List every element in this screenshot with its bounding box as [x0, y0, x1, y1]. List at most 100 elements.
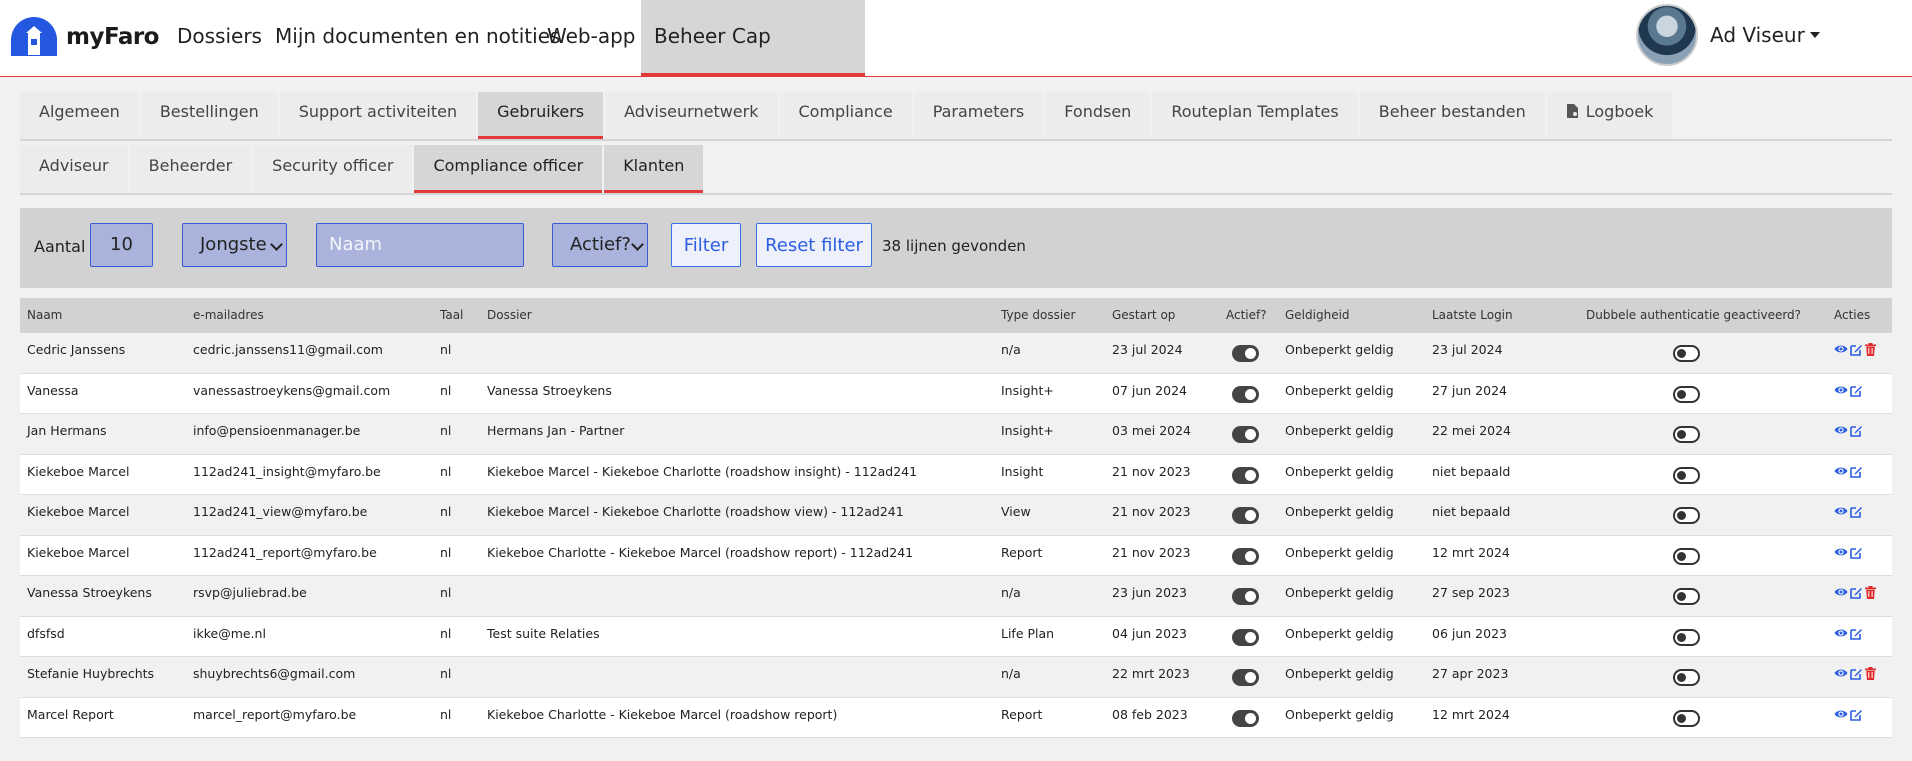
tab-beheer-bestanden[interactable]: Beheer bestanden — [1359, 92, 1545, 139]
two-factor-toggle[interactable] — [1673, 466, 1700, 484]
cell-naam: Kiekeboe Marcel — [27, 544, 130, 560]
tab-routeplan-templates[interactable]: Routeplan Templates — [1152, 92, 1358, 139]
col-taal[interactable]: Taal — [440, 298, 463, 333]
row-actions — [1834, 465, 1863, 478]
active-toggle[interactable] — [1232, 669, 1259, 686]
nav-link-dossiers[interactable]: Dossiers — [164, 0, 275, 76]
chevron-down-icon[interactable] — [1809, 32, 1820, 38]
edit-icon[interactable] — [1850, 424, 1863, 437]
table-row: Marcel Report marcel_report@myfaro.be nl Ki… — [20, 697, 1892, 738]
edit-icon[interactable] — [1850, 708, 1863, 721]
two-factor-toggle[interactable] — [1673, 628, 1700, 646]
two-factor-toggle[interactable] — [1673, 385, 1700, 403]
filter-button[interactable]: Filter — [671, 223, 741, 267]
reset-filter-button[interactable]: Reset filter — [756, 223, 872, 267]
active-select[interactable]: Actief? — [552, 223, 648, 267]
file-search-icon — [1566, 104, 1578, 118]
nav-link-web-app[interactable]: Web-app — [534, 0, 648, 76]
edit-icon[interactable] — [1850, 505, 1863, 518]
nav-link-mijn-documenten[interactable]: Mijn documenten en notities — [262, 0, 573, 76]
subtab-security-officer[interactable]: Security officer — [253, 145, 413, 193]
cell-laatste-login: 27 apr 2023 — [1432, 666, 1509, 681]
active-toggle[interactable] — [1232, 507, 1259, 524]
active-toggle[interactable] — [1232, 426, 1259, 443]
active-toggle[interactable] — [1232, 466, 1259, 484]
sort-select[interactable]: Jongste — [182, 223, 287, 267]
tab-parameters[interactable]: Parameters — [913, 92, 1044, 139]
two-factor-toggle[interactable] — [1673, 507, 1700, 524]
col-email[interactable]: e-mailadres — [193, 298, 264, 333]
trash-icon[interactable] — [1865, 667, 1876, 680]
active-toggle[interactable] — [1232, 547, 1259, 565]
active-toggle[interactable] — [1232, 709, 1259, 727]
tab-bestellingen[interactable]: Bestellingen — [140, 92, 278, 139]
edit-icon[interactable] — [1850, 627, 1863, 640]
subtab-klanten[interactable]: Klanten — [604, 145, 704, 193]
col-dossier[interactable]: Dossier — [487, 298, 532, 333]
table-row: Vanessa vanessastroeykens@gmail.com nl Vane… — [20, 373, 1892, 414]
sort-value: Jongste — [200, 234, 267, 255]
eye-icon[interactable] — [1834, 505, 1848, 518]
tab-algemeen[interactable]: Algemeen — [20, 92, 139, 139]
active-toggle[interactable] — [1232, 628, 1259, 646]
eye-icon[interactable] — [1834, 384, 1848, 397]
col-gestart-op[interactable]: Gestart op — [1112, 298, 1175, 333]
edit-icon[interactable] — [1850, 384, 1863, 397]
nav-link-beheer[interactable]: Beheer Cap Formentor — [641, 0, 865, 120]
col-actief[interactable]: Actief? — [1226, 298, 1267, 333]
user-name[interactable]: Ad Viseur — [1710, 23, 1805, 47]
tab-fondsen[interactable]: Fondsen — [1045, 92, 1151, 139]
two-factor-toggle[interactable] — [1673, 547, 1700, 565]
eye-icon[interactable] — [1834, 708, 1848, 721]
active-toggle[interactable] — [1232, 588, 1259, 605]
tab-gebruikers[interactable]: Gebruikers — [478, 92, 604, 139]
col-geldigheid[interactable]: Geldigheid — [1285, 298, 1350, 333]
trash-icon[interactable] — [1865, 586, 1876, 599]
col-laatste-login[interactable]: Laatste Login — [1432, 298, 1513, 333]
eye-icon[interactable] — [1834, 465, 1848, 478]
active-toggle[interactable] — [1232, 345, 1259, 362]
avatar[interactable] — [1636, 4, 1698, 66]
count-input[interactable]: 10 — [90, 223, 153, 267]
edit-icon[interactable] — [1850, 343, 1863, 356]
trash-icon[interactable] — [1865, 343, 1876, 356]
count-value: 10 — [110, 234, 133, 255]
chevron-down-icon — [270, 238, 283, 251]
two-factor-toggle[interactable] — [1673, 669, 1700, 686]
tab-logboek[interactable]: Logboek — [1546, 92, 1673, 139]
eye-icon[interactable] — [1834, 546, 1848, 559]
active-toggle[interactable] — [1232, 385, 1259, 403]
col-2fa[interactable]: Dubbele authenticatie geactiveerd? — [1586, 298, 1801, 333]
subtab-beheerder[interactable]: Beheerder — [129, 145, 252, 193]
col-type-dossier[interactable]: Type dossier — [1001, 298, 1076, 333]
eye-icon[interactable] — [1834, 343, 1848, 356]
results-count: 38 lijnen gevonden — [882, 237, 1026, 255]
cell-email: 112ad241_view@myfaro.be — [193, 504, 368, 519]
col-naam[interactable]: Naam — [27, 298, 62, 333]
subtab-adviseur[interactable]: Adviseur — [20, 145, 128, 193]
eye-icon[interactable] — [1834, 424, 1848, 437]
edit-icon[interactable] — [1850, 465, 1863, 478]
two-factor-toggle[interactable] — [1673, 588, 1700, 605]
cell-type-dossier: Insight+ — [1001, 423, 1054, 438]
cell-email: vanessastroeykens@gmail.com — [193, 382, 391, 398]
user-menu[interactable]: Ad Viseur — [1636, 4, 1820, 66]
eye-icon[interactable] — [1834, 586, 1848, 599]
tab-logboek-label: Logboek — [1585, 102, 1654, 121]
table-row: Kiekeboe Marcel 112ad241_insight@myfaro.b… — [20, 454, 1892, 495]
edit-icon[interactable] — [1850, 546, 1863, 559]
name-input[interactable]: Naam — [316, 223, 524, 267]
eye-icon[interactable] — [1834, 627, 1848, 640]
sub-tabs: Adviseur Beheerder Security officer Comp… — [20, 145, 1892, 195]
eye-icon[interactable] — [1834, 667, 1848, 680]
tab-compliance[interactable]: Compliance — [779, 92, 912, 139]
two-factor-toggle[interactable] — [1673, 709, 1700, 727]
two-factor-toggle[interactable] — [1673, 345, 1700, 362]
edit-icon[interactable] — [1850, 586, 1863, 599]
brand-logo[interactable]: myFaro — [8, 16, 160, 58]
edit-icon[interactable] — [1850, 667, 1863, 680]
tab-support-activiteiten[interactable]: Support activiteiten — [279, 92, 477, 139]
two-factor-toggle[interactable] — [1673, 426, 1700, 443]
tab-adviseurnetwerk[interactable]: Adviseurnetwerk — [605, 92, 778, 139]
subtab-compliance-officer[interactable]: Compliance officer — [414, 145, 603, 193]
